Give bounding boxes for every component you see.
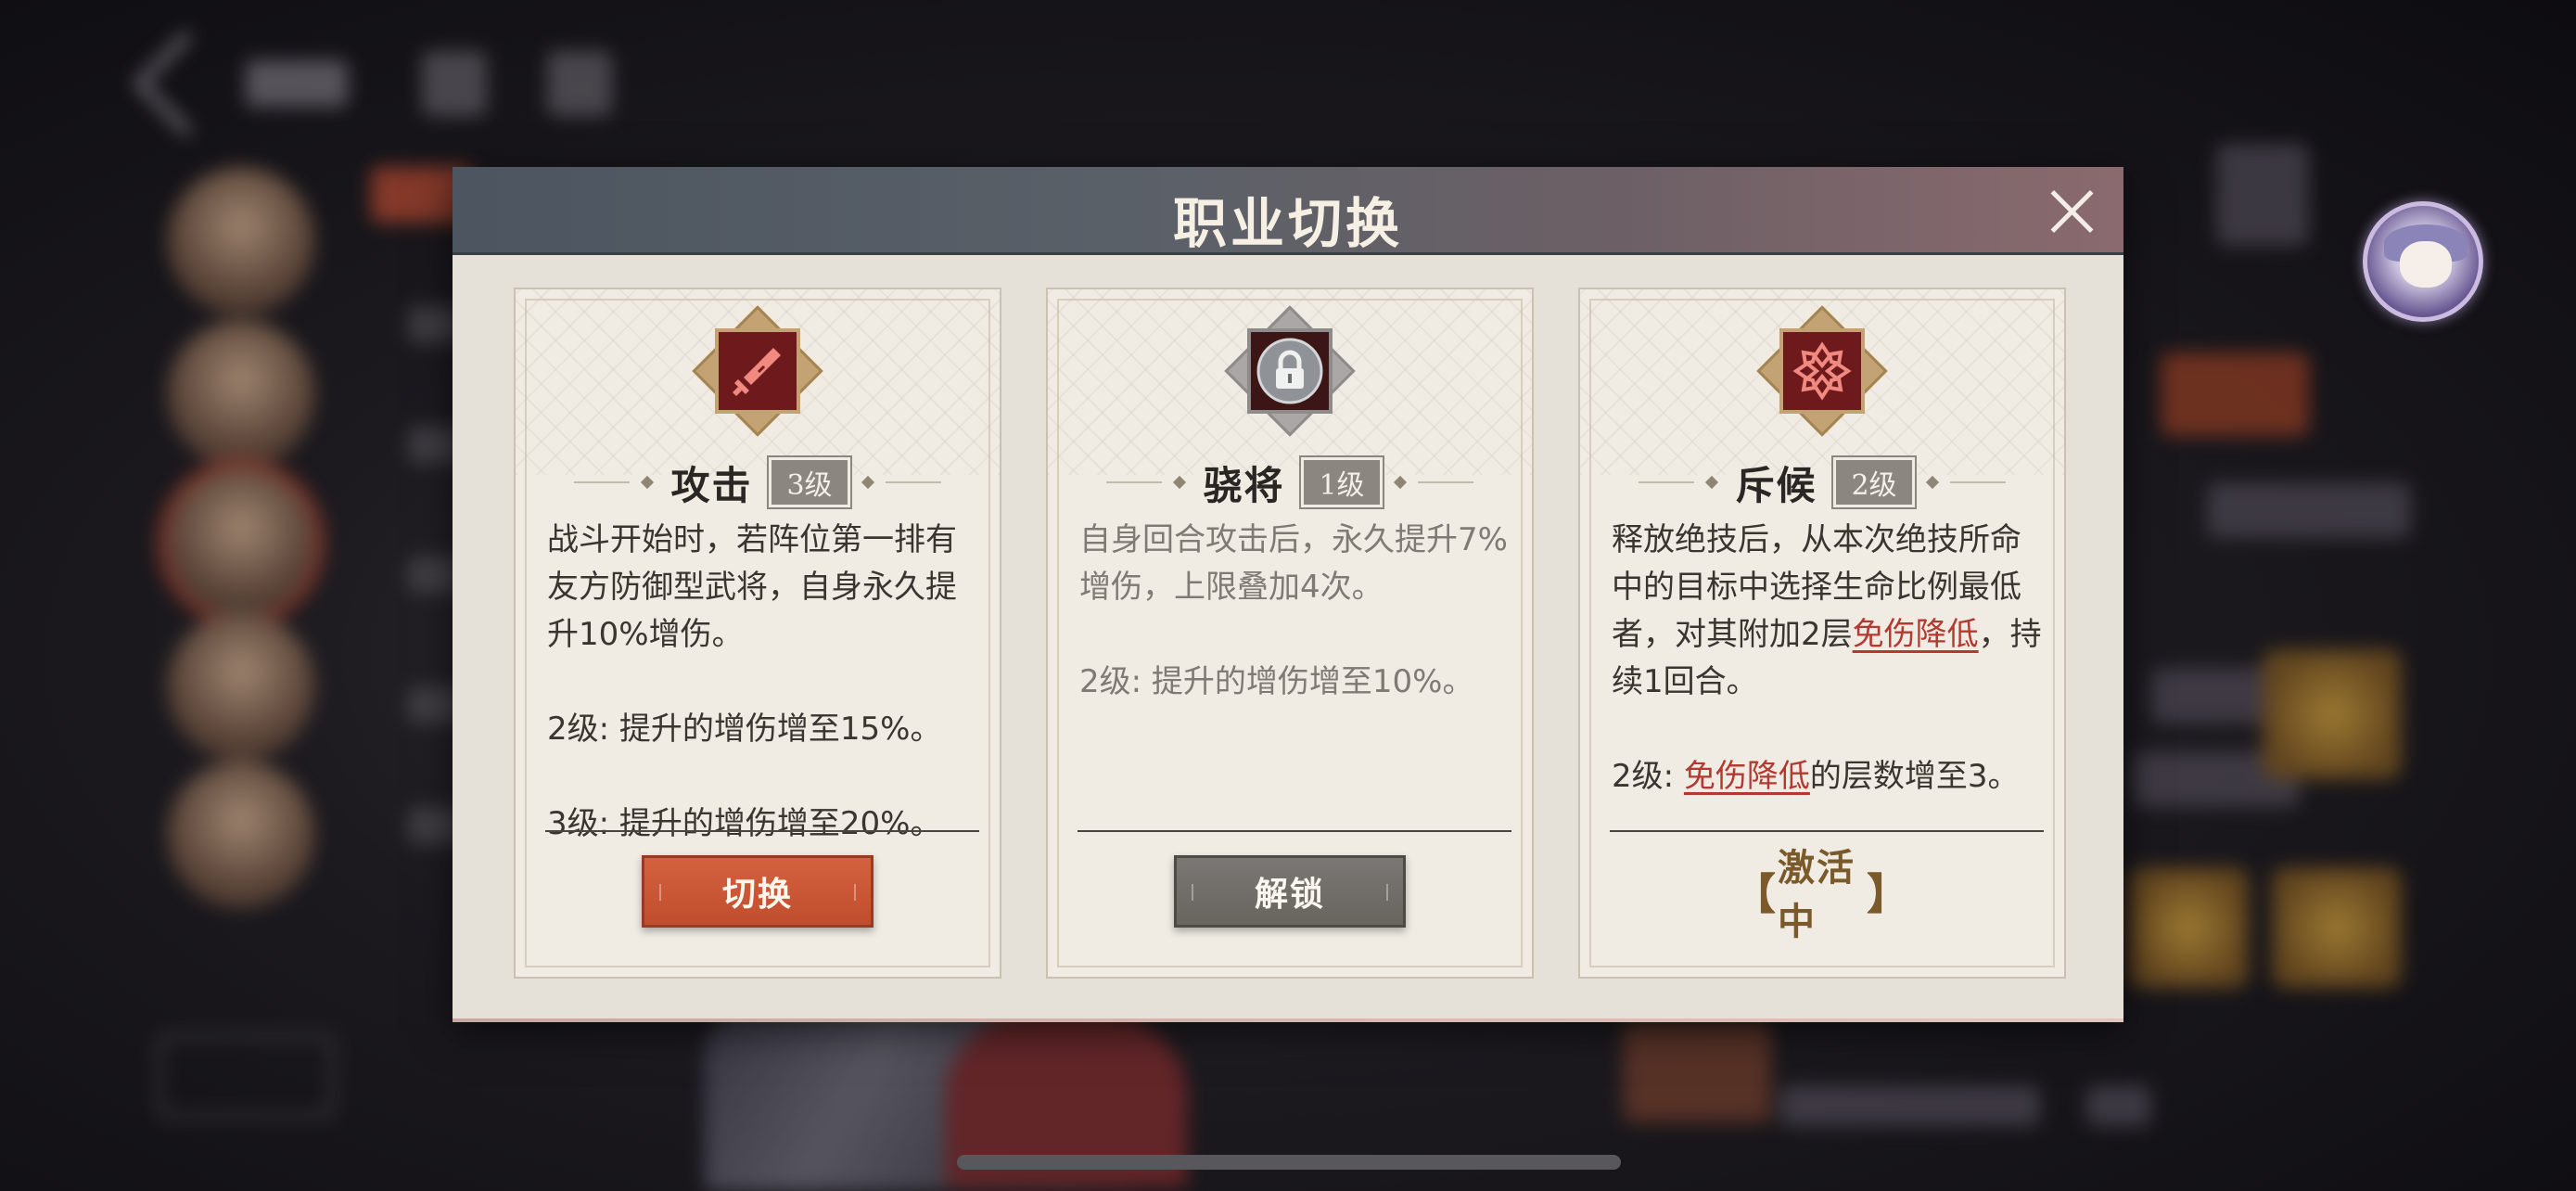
class-name: 攻击: [670, 462, 753, 508]
active-status-tag: 【激活中】: [1733, 846, 1911, 943]
description-text: 2级: 提升的增伤增至15%。: [547, 711, 942, 748]
background-title: [246, 60, 348, 107]
hero-portrait: [167, 612, 315, 761]
avatar-face: [2400, 241, 2452, 288]
card-divider: [1610, 830, 2044, 832]
level-badge: 2级: [1831, 455, 1917, 509]
background-gold-item: [2263, 649, 2402, 779]
hero-portrait: [167, 761, 315, 909]
background-gold-item: [2272, 867, 2402, 988]
menu-icon: [547, 51, 612, 116]
modal-header: 职业切换: [453, 167, 2123, 255]
hero-portrait: [167, 468, 315, 617]
home-icon: [422, 51, 487, 116]
background-block: [1623, 1020, 1771, 1122]
player-avatar[interactable]: [2363, 201, 2483, 322]
back-arrow-icon: [133, 31, 238, 136]
class-emblem: [692, 305, 823, 437]
card-title-row: 骁将 1级: [1048, 455, 1532, 509]
class-card-scout: 斥候 2级 释放绝技后，从本次绝技所命中的目标中选择生命比例最低者，对其附加2层…: [1578, 288, 2066, 979]
background-block: [1780, 1085, 1984, 1126]
sword-icon: [715, 328, 800, 414]
description-text: 3级: 提升的增伤增至20%。: [547, 805, 942, 842]
close-icon[interactable]: [2047, 187, 2096, 236]
class-emblem: [1224, 305, 1356, 437]
modal-title: 职业切换: [1172, 192, 1403, 255]
card-title-row: 斥候 2级: [1580, 455, 2064, 509]
class-switch-modal: 职业切换 攻击 3级 战斗开始时，若阵位第一排有友方防御型武将，自身永久提升10…: [453, 167, 2123, 1022]
lock-icon: [1247, 328, 1333, 414]
keyword-link[interactable]: 免伤降低: [1684, 758, 1810, 795]
background-block: [2086, 1085, 2151, 1126]
class-card-vanguard: 骁将 1级 自身回合攻击后，永久提升7%增伤，上限叠加4次。 2级: 提升的增伤…: [1046, 288, 1534, 979]
hero-portrait: [167, 320, 315, 468]
class-emblem: [1756, 305, 1888, 437]
description-text: 战斗开始时，若阵位第一排有友方防御型武将，自身永久提升10%增伤。: [547, 521, 957, 653]
switch-button[interactable]: 切换: [642, 855, 874, 928]
description-text: 2级:: [1612, 758, 1684, 795]
flower-emblem-icon: [1779, 328, 1865, 414]
class-name: 斥候: [1735, 462, 1817, 508]
background-gold-item: [2128, 867, 2249, 988]
class-description: 战斗开始时，若阵位第一排有友方防御型武将，自身永久提升10%增伤。 2级: 提升…: [547, 517, 977, 848]
description-text: 2级: 提升的增伤增至10%。: [1079, 663, 1474, 700]
description-text: 的层数增至3。: [1809, 758, 2020, 795]
background-block: [2216, 144, 2309, 246]
background-block: [1975, 1085, 2040, 1126]
status-label: 激活中: [1778, 846, 1855, 943]
class-card-attack: 攻击 3级 战斗开始时，若阵位第一排有友方防御型武将，自身永久提升10%增伤。 …: [514, 288, 1001, 979]
level-badge: 1级: [1299, 455, 1384, 509]
background-button: [158, 1034, 334, 1118]
background-block: [2161, 352, 2309, 436]
bracket-right: 】: [1867, 869, 1911, 919]
hero-portrait: [167, 167, 315, 315]
bracket-left: 【: [1733, 869, 1778, 919]
card-title-row: 攻击 3级: [516, 455, 1000, 509]
modal-bottom-border: [453, 1018, 2123, 1022]
description-text: 2级: 免伤降低的层数增至3。: [1612, 753, 2042, 800]
description-text: 释放绝技后，从本次绝技所命中的目标中选择生命比例最低者，对其附加2层免伤降低，持…: [1612, 517, 2042, 706]
class-description: 释放绝技后，从本次绝技所命中的目标中选择生命比例最低者，对其附加2层免伤降低，持…: [1612, 517, 2042, 800]
class-name: 骁将: [1203, 462, 1285, 508]
description-text: 自身回合攻击后，永久提升7%增伤，上限叠加4次。: [1079, 521, 1508, 606]
card-divider: [545, 830, 979, 832]
home-indicator[interactable]: [957, 1155, 1621, 1170]
card-divider: [1078, 830, 1511, 832]
level-badge: 3级: [767, 455, 852, 509]
keyword-link[interactable]: 免伤降低: [1853, 616, 1979, 653]
unlock-button[interactable]: 解锁: [1174, 855, 1406, 928]
background-block: [2207, 482, 2411, 538]
class-description: 自身回合攻击后，永久提升7%增伤，上限叠加4次。 2级: 提升的增伤增至10%。: [1079, 517, 1510, 706]
